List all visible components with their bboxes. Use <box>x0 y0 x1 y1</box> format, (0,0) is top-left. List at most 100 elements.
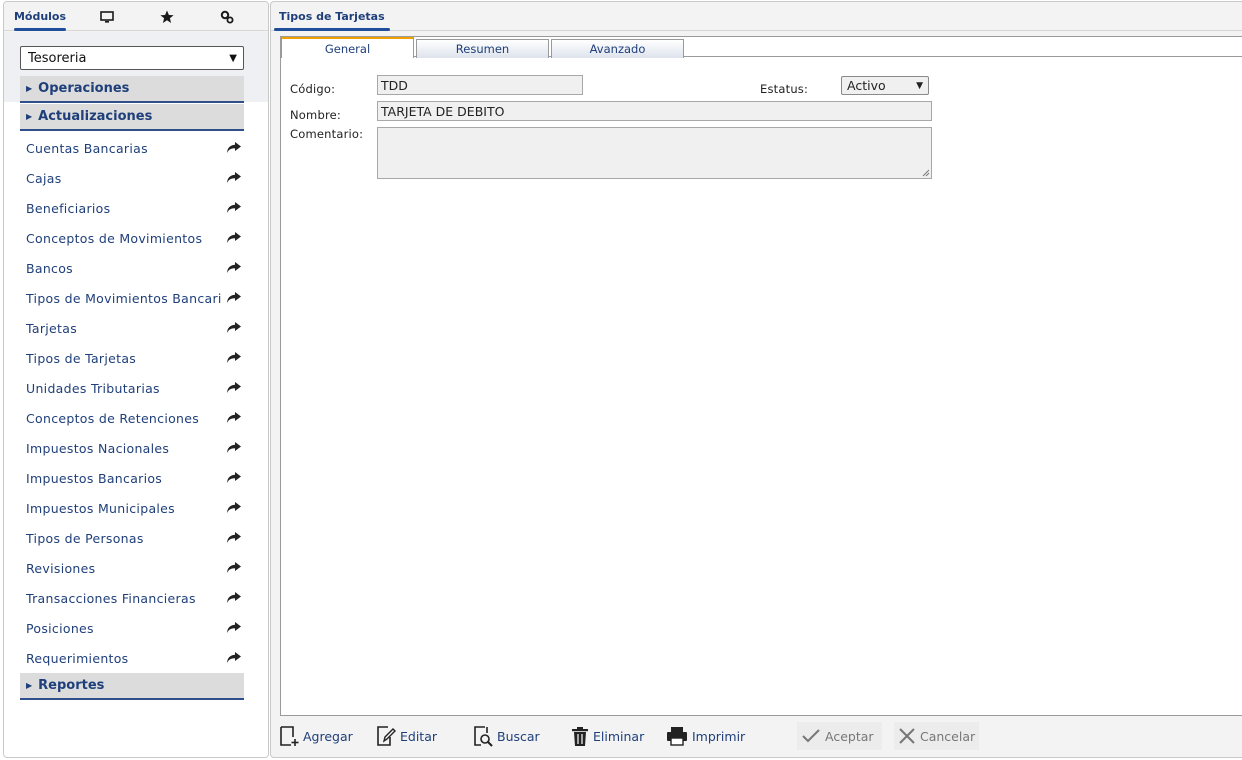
menu-item[interactable]: Tarjetas <box>26 317 246 339</box>
monitor-icon-graphic <box>100 10 114 23</box>
section-actualizaciones[interactable]: ▶ Actualizaciones <box>20 104 244 131</box>
menu-item[interactable]: Tipos de Tarjetas <box>26 347 246 369</box>
menu-item-label: Transacciones Financieras <box>26 590 196 606</box>
share-arrow-icon[interactable] <box>226 591 242 605</box>
menu-item[interactable]: Beneficiarios <box>26 197 246 219</box>
menu-item[interactable]: Revisiones <box>26 557 246 579</box>
menu-item-label: Revisiones <box>26 560 96 576</box>
comentario-label: Comentario: <box>290 127 364 141</box>
editar-button[interactable]: Editar <box>376 722 437 750</box>
codigo-field[interactable]: TDD <box>377 75 583 95</box>
share-arrow-icon[interactable] <box>226 651 242 665</box>
tab-tipos-de-tarjetas[interactable]: Tipos de Tarjetas <box>274 2 390 31</box>
menu-item[interactable]: Tipos de Personas <box>26 527 246 549</box>
menu-item[interactable]: Requerimientos <box>26 647 246 669</box>
share-arrow-icon[interactable] <box>226 561 242 575</box>
imprimir-label: Imprimir <box>692 728 746 744</box>
select-arrow-icon: ▼ <box>916 80 923 91</box>
menu-item[interactable]: Unidades Tributarias <box>26 377 246 399</box>
agregar-label: Agregar <box>303 728 353 744</box>
buscar-button[interactable]: Buscar <box>473 722 540 750</box>
nombre-field[interactable]: TARJETA DE DEBITO <box>377 101 932 121</box>
tab-modulos[interactable]: Módulos <box>14 2 66 31</box>
star-icon[interactable] <box>152 2 182 31</box>
section-reportes[interactable]: ▶ Reportes <box>20 673 244 700</box>
menu-item-label: Requerimientos <box>26 650 129 666</box>
section-operaciones-label: Operaciones <box>38 81 130 96</box>
eliminar-label: Eliminar <box>593 728 645 744</box>
gear-icon[interactable] <box>212 2 242 31</box>
add-document-icon <box>280 726 299 746</box>
menu-item[interactable]: Transacciones Financieras <box>26 587 246 609</box>
share-arrow-icon[interactable] <box>226 201 242 215</box>
caret-right-icon: ▶ <box>26 112 33 121</box>
estatus-select[interactable]: Activo ▼ <box>841 76 929 95</box>
codigo-value: TDD <box>381 77 408 93</box>
share-arrow-icon[interactable] <box>226 351 242 365</box>
share-arrow-icon[interactable] <box>226 321 242 335</box>
menu-item[interactable]: Conceptos de Retenciones <box>26 407 246 429</box>
left-panel: Módulos Tesoreria ▼ ▶ Operaciones ▶ Actu… <box>3 1 269 758</box>
subtab-avanzado[interactable]: Avanzado <box>551 39 684 58</box>
share-arrow-icon[interactable] <box>226 231 242 245</box>
share-arrow-icon[interactable] <box>226 441 242 455</box>
share-arrow-icon[interactable] <box>226 501 242 515</box>
eliminar-button[interactable]: Eliminar <box>571 722 644 750</box>
menu-item[interactable]: Bancos <box>26 257 246 279</box>
menu-item-label: Impuestos Municipales <box>26 500 175 516</box>
menu-item-label: Conceptos de Movimientos <box>26 230 203 246</box>
tab-tipos-de-tarjetas-label: Tipos de Tarjetas <box>279 10 385 23</box>
menu-item-label: Impuestos Nacionales <box>26 440 170 456</box>
menu-item-label: Unidades Tributarias <box>26 380 160 396</box>
section-operaciones[interactable]: ▶ Operaciones <box>20 76 244 103</box>
share-arrow-icon[interactable] <box>226 411 242 425</box>
left-top-tabs: Módulos <box>4 2 268 31</box>
menu-item[interactable]: Tipos de Movimientos Bancarios <box>26 287 246 309</box>
nombre-label: Nombre: <box>290 108 341 122</box>
gear-icon-graphic <box>220 10 234 23</box>
resize-handle-icon[interactable] <box>922 169 930 177</box>
menu-item[interactable]: Impuestos Nacionales <box>26 437 246 459</box>
right-panel: Tipos de Tarjetas General Resumen Avanza… <box>270 1 1242 758</box>
cancelar-button[interactable]: Cancelar <box>894 722 979 750</box>
subtabs: General Resumen Avanzado <box>281 37 1242 58</box>
share-arrow-icon[interactable] <box>226 531 242 545</box>
monitor-icon[interactable] <box>92 2 122 31</box>
share-arrow-icon[interactable] <box>226 261 242 275</box>
subtab-general-label: General <box>324 41 371 56</box>
agregar-button[interactable]: Agregar <box>279 722 353 750</box>
menu-item-label: Tipos de Personas <box>26 530 144 546</box>
share-arrow-icon[interactable] <box>226 381 242 395</box>
left-body: Tesoreria ▼ ▶ Operaciones ▶ Actualizacio… <box>4 32 268 757</box>
share-arrow-icon[interactable] <box>226 471 242 485</box>
module-select[interactable]: Tesoreria ▼ <box>20 46 244 70</box>
cancelar-label: Cancelar <box>920 728 976 744</box>
subtab-resumen-label: Resumen <box>455 42 510 56</box>
menu-item-label: Posiciones <box>26 620 94 636</box>
menu-item[interactable]: Cajas <box>26 167 246 189</box>
menu-item[interactable]: Impuestos Municipales <box>26 497 246 519</box>
tab-modulos-label: Módulos <box>13 10 67 23</box>
edit-document-icon <box>377 726 396 746</box>
menu-item[interactable]: Cuentas Bancarias <box>26 137 246 159</box>
section-reportes-label: Reportes <box>38 678 105 693</box>
menu-item-label: Bancos <box>26 260 73 276</box>
nombre-value: TARJETA DE DEBITO <box>381 103 505 119</box>
share-arrow-icon[interactable] <box>226 171 242 185</box>
share-arrow-icon[interactable] <box>226 141 242 155</box>
menu-item[interactable]: Impuestos Bancarios <box>26 467 246 489</box>
menu-item[interactable]: Posiciones <box>26 617 246 639</box>
checkmark-icon <box>802 729 820 743</box>
menu-item[interactable]: Conceptos de Movimientos <box>26 227 246 249</box>
subtab-resumen[interactable]: Resumen <box>416 39 549 58</box>
comentario-textarea[interactable] <box>377 127 932 179</box>
menu-item-label: Tipos de Tarjetas <box>26 350 137 366</box>
share-arrow-icon[interactable] <box>226 621 242 635</box>
aceptar-button[interactable]: Aceptar <box>797 722 882 750</box>
subtab-general[interactable]: General <box>281 37 414 58</box>
menu-item-label: Tipos de Movimientos Bancarios <box>26 290 222 306</box>
imprimir-button[interactable]: Imprimir <box>666 722 745 750</box>
codigo-label: Código: <box>290 82 336 96</box>
module-select-value: Tesoreria <box>28 50 87 66</box>
share-arrow-icon[interactable] <box>226 291 242 305</box>
